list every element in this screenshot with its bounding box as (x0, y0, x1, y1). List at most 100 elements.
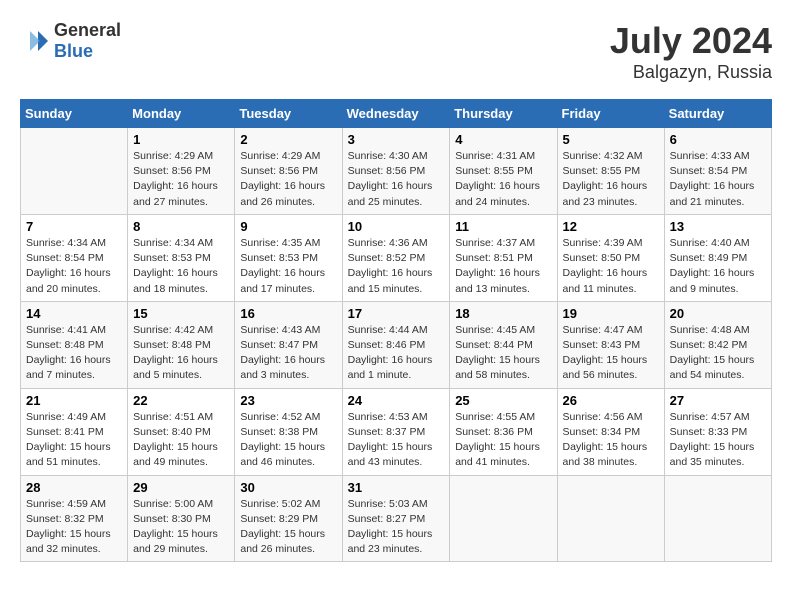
day-info: Sunrise: 4:56 AMSunset: 8:34 PMDaylight:… (563, 410, 659, 471)
calendar-day-cell: 2Sunrise: 4:29 AMSunset: 8:56 PMDaylight… (235, 128, 342, 215)
calendar-week-row: 14 Sunrise: 4:41 AMSunset: 8:48 PMDayligh… (21, 301, 772, 388)
calendar-day-cell: 8Sunrise: 4:34 AMSunset: 8:53 PMDaylight… (128, 214, 235, 301)
day-info: Sunrise: 5:02 AMSunset: 8:29 PMDaylight:… (240, 497, 336, 558)
day-info: Sunrise: 4:45 AMSunset: 8:44 PMDaylight:… (455, 323, 551, 384)
logo-text: General Blue (54, 20, 121, 62)
day-info: Sunrise: 4:30 AMSunset: 8:56 PMDaylight:… (348, 149, 445, 210)
day-info: Sunrise: 4:42 AMSunset: 8:48 PMDaylight:… (133, 323, 229, 384)
day-number: 12 (563, 219, 659, 234)
logo: General Blue (20, 20, 121, 62)
day-number: 11 (455, 219, 551, 234)
day-info: Sunrise: 4:33 AMSunset: 8:54 PMDaylight:… (670, 149, 766, 210)
calendar-day-cell: 13Sunrise: 4:40 AMSunset: 8:49 PMDayligh… (664, 214, 771, 301)
calendar-day-cell: 10Sunrise: 4:36 AMSunset: 8:52 PMDayligh… (342, 214, 450, 301)
calendar-day-cell: 5Sunrise: 4:32 AMSunset: 8:55 PMDaylight… (557, 128, 664, 215)
day-number: 24 (348, 393, 445, 408)
day-info: Sunrise: 4:41 AMSunset: 8:48 PMDaylight:… (26, 323, 122, 384)
day-info: Sunrise: 4:48 AMSunset: 8:42 PMDaylight:… (670, 323, 766, 384)
day-of-week-header: Friday (557, 100, 664, 128)
calendar-day-cell: 22 Sunrise: 4:51 AMSunset: 8:40 PMDayligh… (128, 388, 235, 475)
calendar-day-cell: 9 Sunrise: 4:35 AMSunset: 8:53 PMDaylight… (235, 214, 342, 301)
day-number: 20 (670, 306, 766, 321)
day-number: 28 (26, 480, 122, 495)
day-info: Sunrise: 4:37 AMSunset: 8:51 PMDaylight:… (455, 236, 551, 297)
calendar-header-row: SundayMondayTuesdayWednesdayThursdayFrid… (21, 100, 772, 128)
day-info: Sunrise: 4:34 AMSunset: 8:54 PMDaylight:… (26, 236, 122, 297)
calendar-day-cell (664, 475, 771, 562)
calendar-week-row: 1 Sunrise: 4:29 AMSunset: 8:56 PMDaylight… (21, 128, 772, 215)
day-of-week-header: Saturday (664, 100, 771, 128)
day-info: Sunrise: 5:03 AMSunset: 8:27 PMDaylight:… (348, 497, 445, 558)
day-number: 26 (563, 393, 659, 408)
day-number: 8 (133, 219, 229, 234)
day-of-week-header: Sunday (21, 100, 128, 128)
logo-general: General (54, 20, 121, 40)
calendar-day-cell: 27 Sunrise: 4:57 AMSunset: 8:33 PMDayligh… (664, 388, 771, 475)
day-number: 22 (133, 393, 229, 408)
day-info: Sunrise: 4:57 AMSunset: 8:33 PMDaylight:… (670, 410, 766, 471)
calendar-day-cell: 31 Sunrise: 5:03 AMSunset: 8:27 PMDayligh… (342, 475, 450, 562)
day-number: 30 (240, 480, 336, 495)
calendar-day-cell: 7 Sunrise: 4:34 AMSunset: 8:54 PMDaylight… (21, 214, 128, 301)
calendar-day-cell: 29 Sunrise: 5:00 AMSunset: 8:30 PMDayligh… (128, 475, 235, 562)
day-of-week-header: Tuesday (235, 100, 342, 128)
calendar-week-row: 21Sunrise: 4:49 AMSunset: 8:41 PMDayligh… (21, 388, 772, 475)
calendar-day-cell: 24 Sunrise: 4:53 AMSunset: 8:37 PMDayligh… (342, 388, 450, 475)
calendar-week-row: 7 Sunrise: 4:34 AMSunset: 8:54 PMDaylight… (21, 214, 772, 301)
day-info: Sunrise: 4:39 AMSunset: 8:50 PMDaylight:… (563, 236, 659, 297)
day-info: Sunrise: 4:29 AMSunset: 8:56 PMDaylight:… (133, 149, 229, 210)
day-number: 29 (133, 480, 229, 495)
calendar-day-cell (21, 128, 128, 215)
day-number: 15 (133, 306, 229, 321)
day-number: 27 (670, 393, 766, 408)
day-number: 9 (240, 219, 336, 234)
day-info: Sunrise: 4:36 AMSunset: 8:52 PMDaylight:… (348, 236, 445, 297)
day-info: Sunrise: 4:52 AMSunset: 8:38 PMDaylight:… (240, 410, 336, 471)
day-info: Sunrise: 4:44 AMSunset: 8:46 PMDaylight:… (348, 323, 445, 384)
day-info: Sunrise: 4:35 AMSunset: 8:53 PMDaylight:… (240, 236, 336, 297)
calendar-day-cell: 6 Sunrise: 4:33 AMSunset: 8:54 PMDaylight… (664, 128, 771, 215)
day-number: 1 (133, 132, 229, 147)
month-year-title: July 2024 (610, 20, 772, 62)
day-info: Sunrise: 5:00 AMSunset: 8:30 PMDaylight:… (133, 497, 229, 558)
day-number: 31 (348, 480, 445, 495)
day-number: 23 (240, 393, 336, 408)
day-number: 7 (26, 219, 122, 234)
day-number: 4 (455, 132, 551, 147)
calendar-day-cell: 28 Sunrise: 4:59 AMSunset: 8:32 PMDayligh… (21, 475, 128, 562)
calendar-day-cell: 18 Sunrise: 4:45 AMSunset: 8:44 PMDayligh… (450, 301, 557, 388)
day-info: Sunrise: 4:59 AMSunset: 8:32 PMDaylight:… (26, 497, 122, 558)
day-number: 21 (26, 393, 122, 408)
calendar-day-cell: 4Sunrise: 4:31 AMSunset: 8:55 PMDaylight… (450, 128, 557, 215)
calendar-week-row: 28 Sunrise: 4:59 AMSunset: 8:32 PMDayligh… (21, 475, 772, 562)
day-number: 17 (348, 306, 445, 321)
calendar-day-cell: 30 Sunrise: 5:02 AMSunset: 8:29 PMDayligh… (235, 475, 342, 562)
calendar-day-cell: 20 Sunrise: 4:48 AMSunset: 8:42 PMDayligh… (664, 301, 771, 388)
day-number: 3 (348, 132, 445, 147)
calendar-day-cell: 1 Sunrise: 4:29 AMSunset: 8:56 PMDaylight… (128, 128, 235, 215)
day-number: 19 (563, 306, 659, 321)
day-info: Sunrise: 4:47 AMSunset: 8:43 PMDaylight:… (563, 323, 659, 384)
location-subtitle: Balgazyn, Russia (610, 62, 772, 83)
day-info: Sunrise: 4:32 AMSunset: 8:55 PMDaylight:… (563, 149, 659, 210)
calendar-day-cell: 16Sunrise: 4:43 AMSunset: 8:47 PMDayligh… (235, 301, 342, 388)
day-number: 18 (455, 306, 551, 321)
day-info: Sunrise: 4:29 AMSunset: 8:56 PMDaylight:… (240, 149, 336, 210)
day-of-week-header: Thursday (450, 100, 557, 128)
day-info: Sunrise: 4:43 AMSunset: 8:47 PMDaylight:… (240, 323, 336, 384)
calendar-day-cell: 26 Sunrise: 4:56 AMSunset: 8:34 PMDayligh… (557, 388, 664, 475)
day-info: Sunrise: 4:53 AMSunset: 8:37 PMDaylight:… (348, 410, 445, 471)
logo-icon (20, 29, 50, 53)
title-block: July 2024 Balgazyn, Russia (610, 20, 772, 83)
calendar-day-cell: 14 Sunrise: 4:41 AMSunset: 8:48 PMDayligh… (21, 301, 128, 388)
day-info: Sunrise: 4:51 AMSunset: 8:40 PMDaylight:… (133, 410, 229, 471)
calendar-day-cell: 15 Sunrise: 4:42 AMSunset: 8:48 PMDayligh… (128, 301, 235, 388)
day-of-week-header: Monday (128, 100, 235, 128)
day-number: 14 (26, 306, 122, 321)
calendar-table: SundayMondayTuesdayWednesdayThursdayFrid… (20, 99, 772, 562)
calendar-day-cell: 21Sunrise: 4:49 AMSunset: 8:41 PMDayligh… (21, 388, 128, 475)
day-number: 6 (670, 132, 766, 147)
calendar-day-cell: 12 Sunrise: 4:39 AMSunset: 8:50 PMDayligh… (557, 214, 664, 301)
calendar-day-cell: 23 Sunrise: 4:52 AMSunset: 8:38 PMDayligh… (235, 388, 342, 475)
page-header: General Blue July 2024 Balgazyn, Russia (20, 20, 772, 83)
